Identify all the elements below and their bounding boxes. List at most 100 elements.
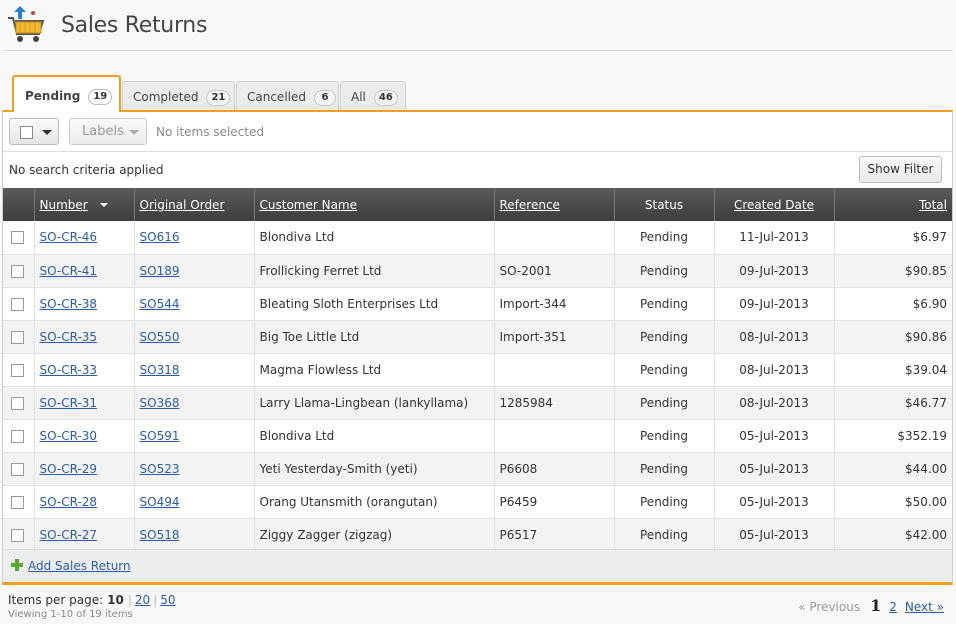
original-order-link[interactable]: SO189: [140, 264, 180, 278]
row-checkbox[interactable]: [11, 330, 24, 344]
column-header-total[interactable]: Total: [834, 188, 952, 221]
table-row[interactable]: SO-CR-30 SO591 Blondiva Ltd Pending 05-Jul-2…: [3, 419, 952, 452]
reference-cell: SO-2001: [494, 254, 615, 287]
page-2-link[interactable]: 2: [889, 600, 897, 614]
tab-count-badge: 46: [373, 90, 398, 106]
reference-cell: P6459: [494, 485, 615, 518]
row-checkbox[interactable]: [11, 264, 24, 278]
created-date-cell: 08-Jul-2013: [714, 353, 835, 386]
return-number-link[interactable]: SO-CR-27: [40, 528, 98, 542]
original-order-link[interactable]: SO544: [140, 297, 180, 311]
original-order-link[interactable]: SO318: [140, 363, 180, 377]
return-number-link[interactable]: SO-CR-29: [40, 462, 98, 476]
sort-reference-link[interactable]: Reference: [500, 198, 560, 212]
row-checkbox-cell: [3, 485, 35, 518]
table-row[interactable]: SO-CR-29 SO523 Yeti Yesterday-Smith (yeti)…: [3, 452, 952, 485]
total-cell: $90.85: [905, 263, 947, 278]
original-order-link[interactable]: SO523: [140, 462, 180, 476]
table-row[interactable]: SO-CR-27 SO518 Ziggy Zagger (zigzag) P6517 P…: [3, 518, 952, 551]
return-number-link[interactable]: SO-CR-46: [40, 230, 98, 244]
customer-name-cell: Big Toe Little Ltd: [254, 320, 495, 353]
row-checkbox-cell: [3, 452, 35, 485]
row-checkbox-cell: [3, 353, 35, 386]
row-checkbox[interactable]: [11, 396, 24, 410]
original-order-link[interactable]: SO368: [140, 396, 180, 410]
column-header-original-order[interactable]: Original Order: [134, 188, 255, 221]
return-number-link[interactable]: SO-CR-41: [40, 264, 98, 278]
tab-all[interactable]: All 46: [340, 81, 406, 111]
sales-returns-table: Number Original Order Customer Name Refe…: [3, 188, 952, 552]
row-checkbox[interactable]: [11, 462, 24, 476]
customer-name-cell: Blondiva Ltd: [254, 419, 495, 452]
row-checkbox[interactable]: [11, 363, 24, 377]
table-row[interactable]: SO-CR-46 SO616 Blondiva Ltd Pending 11-Jul-2…: [3, 221, 952, 254]
created-date-cell: 08-Jul-2013: [714, 386, 835, 419]
next-page-link[interactable]: Next »: [905, 600, 944, 614]
return-number-link[interactable]: SO-CR-35: [40, 330, 98, 344]
column-header-customer-name[interactable]: Customer Name: [254, 188, 495, 221]
original-order-link[interactable]: SO616: [140, 230, 180, 244]
row-checkbox-cell: [3, 287, 35, 320]
reference-cell: P6608: [494, 452, 615, 485]
original-order-link[interactable]: SO494: [140, 495, 180, 509]
status-cell: Pending: [614, 254, 715, 287]
select-all-checkbox[interactable]: [20, 126, 33, 139]
return-number-link[interactable]: SO-CR-28: [40, 495, 98, 509]
number-cell: SO-CR-33: [34, 353, 135, 386]
table-row[interactable]: SO-CR-41 SO189 Frollicking Ferret Ltd SO-20…: [3, 254, 952, 287]
created-date-cell: 08-Jul-2013: [714, 320, 835, 353]
sort-customer-name-link[interactable]: Customer Name: [260, 198, 358, 212]
column-header-created-date[interactable]: Created Date: [714, 188, 835, 221]
viewing-range-text: Viewing 1-10 of 19 items: [8, 609, 133, 620]
status-cell: Pending: [614, 452, 715, 485]
original-order-cell: SO318: [134, 353, 255, 386]
original-order-cell: SO544: [134, 287, 255, 320]
column-header-status: Status: [614, 188, 715, 221]
row-checkbox-cell: [3, 518, 35, 551]
total-cell: $6.90: [912, 296, 947, 311]
sort-total-link[interactable]: Total: [919, 198, 947, 212]
row-checkbox[interactable]: [11, 429, 24, 443]
original-order-link[interactable]: SO591: [140, 429, 180, 443]
number-cell: SO-CR-29: [34, 452, 135, 485]
column-header-number[interactable]: Number: [34, 188, 135, 221]
sort-number-link[interactable]: Number: [40, 198, 88, 212]
status-cell: Pending: [614, 221, 715, 254]
sort-created-date-link[interactable]: Created Date: [734, 198, 814, 212]
table-row[interactable]: SO-CR-28 SO494 Orang Utansmith (orangutan)…: [3, 485, 952, 518]
select-all-dropdown[interactable]: [9, 118, 59, 145]
row-checkbox[interactable]: [11, 495, 24, 509]
tab-cancelled[interactable]: Cancelled 6: [236, 81, 339, 111]
created-date-cell: 09-Jul-2013: [714, 254, 835, 287]
tab-count-badge: 6: [314, 90, 336, 106]
pagination: « Previous 1 2 Next »: [798, 596, 944, 615]
table-row[interactable]: SO-CR-33 SO318 Magma Flowless Ltd Pending 08…: [3, 353, 952, 386]
sort-original-order-link[interactable]: Original Order: [140, 198, 225, 212]
row-checkbox[interactable]: [11, 297, 24, 311]
original-order-cell: SO523: [134, 452, 255, 485]
per-page-option-50[interactable]: 50: [160, 593, 175, 607]
original-order-link[interactable]: SO518: [140, 528, 180, 542]
show-filter-button[interactable]: Show Filter: [859, 156, 942, 183]
original-order-cell: SO518: [134, 518, 255, 551]
return-number-link[interactable]: SO-CR-31: [40, 396, 98, 410]
return-number-link[interactable]: SO-CR-38: [40, 297, 98, 311]
table-row[interactable]: SO-CR-38 SO544 Bleating Sloth Enterprises …: [3, 287, 952, 320]
tab-completed[interactable]: Completed 21: [122, 81, 235, 111]
table-row[interactable]: SO-CR-31 SO368 Larry Llama-Lingbean (lanky…: [3, 386, 952, 419]
return-number-link[interactable]: SO-CR-30: [40, 429, 98, 443]
tab-pending[interactable]: Pending 19: [12, 75, 121, 112]
original-order-link[interactable]: SO550: [140, 330, 180, 344]
column-header-reference[interactable]: Reference: [494, 188, 615, 221]
per-page-current: 10: [107, 593, 124, 607]
row-checkbox-cell: [3, 254, 35, 287]
add-sales-return-link[interactable]: Add Sales Return: [28, 559, 131, 573]
return-number-link[interactable]: SO-CR-33: [40, 363, 98, 377]
reference-cell: Import-344: [494, 287, 615, 320]
per-page-option-20[interactable]: 20: [135, 593, 150, 607]
labels-button[interactable]: Labels: [69, 118, 147, 145]
row-checkbox[interactable]: [11, 231, 24, 245]
table-row[interactable]: SO-CR-35 SO550 Big Toe Little Ltd Import-35…: [3, 320, 952, 353]
row-checkbox[interactable]: [11, 528, 24, 542]
original-order-cell: SO550: [134, 320, 255, 353]
